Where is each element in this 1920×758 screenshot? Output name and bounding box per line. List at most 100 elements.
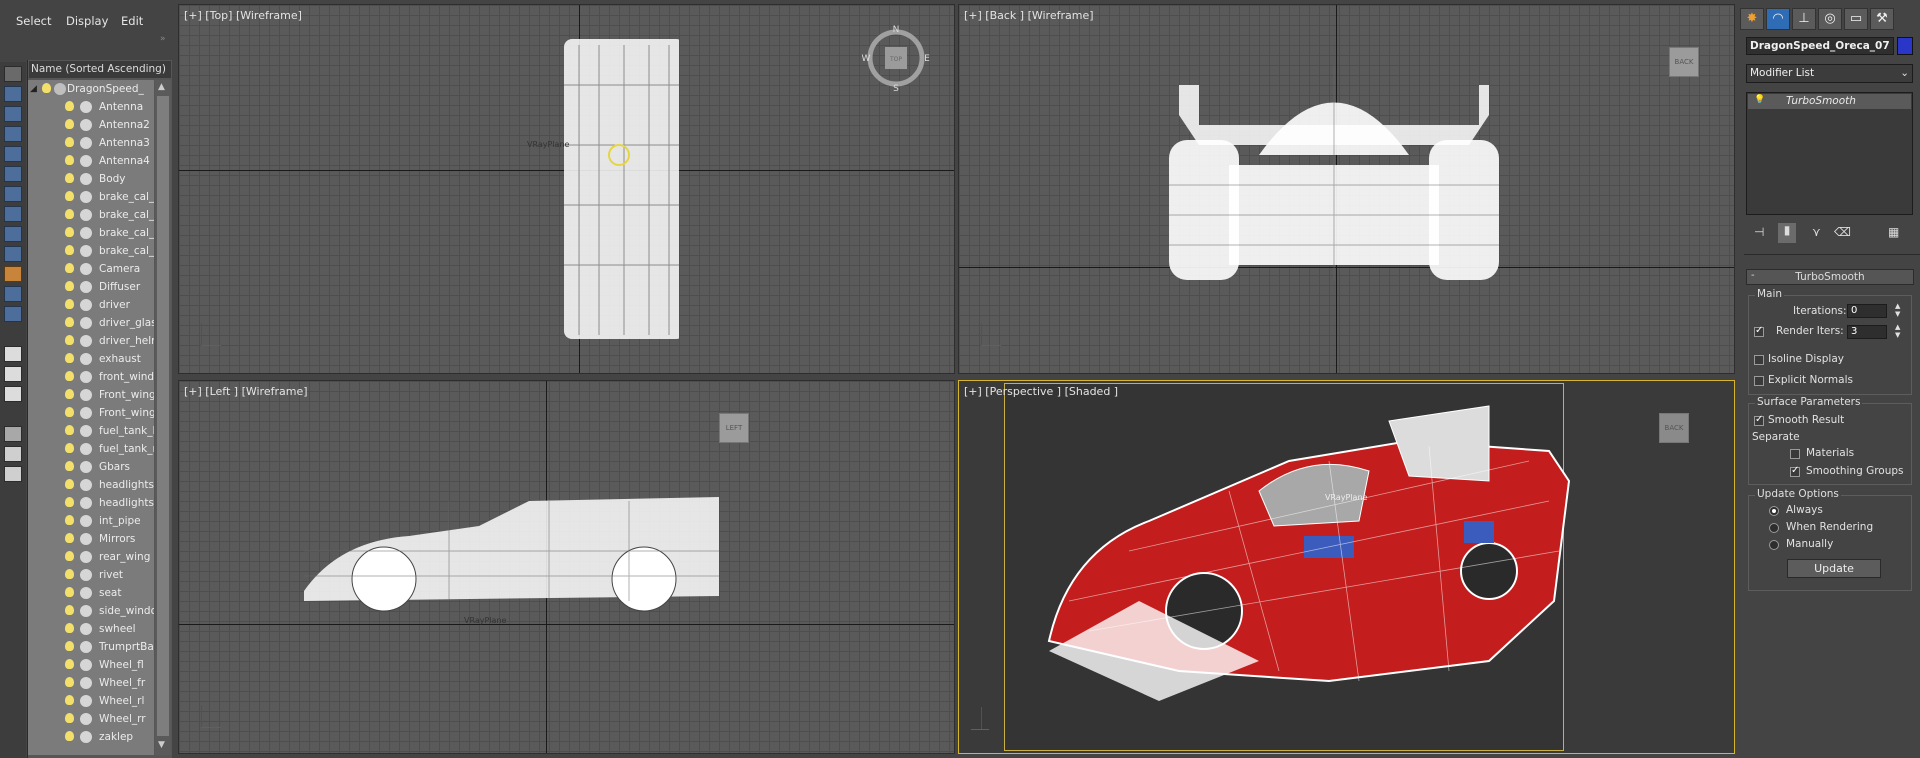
list-item[interactable]: fuel_tank_l: [28, 422, 154, 440]
page-icon[interactable]: [4, 366, 22, 382]
light-bulb-icon[interactable]: [65, 173, 74, 183]
light-bulb-icon[interactable]: [65, 713, 74, 723]
light-bulb-icon[interactable]: [65, 695, 74, 705]
visibility-icon[interactable]: [80, 461, 92, 473]
configure-sets-icon[interactable]: ▦: [1888, 225, 1899, 239]
visibility-icon[interactable]: [80, 569, 92, 581]
scroll-thumb[interactable]: [157, 96, 169, 736]
visibility-icon[interactable]: [80, 533, 92, 545]
light-bulb-icon[interactable]: [65, 263, 74, 273]
list-item[interactable]: Gbars: [28, 458, 154, 476]
light-bulb-icon[interactable]: [65, 299, 74, 309]
object-name-field[interactable]: DragonSpeed_Oreca_07: [1746, 37, 1894, 55]
list-item[interactable]: Front_wing: [28, 404, 154, 422]
list-item[interactable]: exhaust: [28, 350, 154, 368]
spinner-arrows-icon[interactable]: ▲ ▼: [1895, 323, 1900, 339]
render-iters-checkbox[interactable]: [1754, 325, 1764, 337]
display-geometry-icon[interactable]: [4, 86, 22, 102]
display-groups-icon[interactable]: [4, 206, 22, 222]
sheet-icon[interactable]: [4, 386, 22, 402]
light-bulb-icon[interactable]: [65, 677, 74, 687]
visibility-icon[interactable]: [80, 299, 92, 311]
list-item[interactable]: Body: [28, 170, 154, 188]
list-item[interactable]: seat: [28, 584, 154, 602]
visibility-icon[interactable]: [80, 677, 92, 689]
list-item[interactable]: driver_glas: [28, 314, 154, 332]
display-bones-icon[interactable]: [4, 246, 22, 262]
display-containers-icon[interactable]: [4, 266, 22, 282]
modify-tab-icon[interactable]: ◠: [1766, 8, 1790, 30]
visibility-icon[interactable]: [80, 371, 92, 383]
update-button[interactable]: Update: [1787, 559, 1881, 578]
list-item[interactable]: Antenna3: [28, 134, 154, 152]
display-frozen-icon[interactable]: [4, 286, 22, 302]
list-item[interactable]: Camera: [28, 260, 154, 278]
list-item[interactable]: headlights_: [28, 494, 154, 512]
viewport-label-back[interactable]: [+] [Back ] [Wireframe]: [964, 9, 1094, 22]
render-iters-spinner[interactable]: 3: [1847, 325, 1887, 339]
rollout-header-turbosmooth[interactable]: - TurboSmooth: [1746, 269, 1914, 285]
list-item[interactable]: side_windo: [28, 602, 154, 620]
display-helpers-icon[interactable]: [4, 166, 22, 182]
visibility-icon[interactable]: [80, 317, 92, 329]
visibility-icon[interactable]: [80, 587, 92, 599]
list-item[interactable]: rear_wing: [28, 548, 154, 566]
list-item[interactable]: brake_cal_: [28, 242, 154, 260]
update-when-rendering-radio[interactable]: [1769, 523, 1779, 533]
filter-icon[interactable]: [4, 426, 22, 442]
light-bulb-icon[interactable]: [65, 119, 74, 129]
visibility-icon[interactable]: [80, 641, 92, 653]
list-item[interactable]: Antenna2: [28, 116, 154, 134]
visibility-icon[interactable]: [80, 695, 92, 707]
display-shapes-icon[interactable]: [4, 106, 22, 122]
display-hidden-icon[interactable]: [4, 306, 22, 322]
list-item[interactable]: headlights: [28, 476, 154, 494]
viewport-label-perspective[interactable]: [+] [Perspective ] [Shaded ]: [964, 385, 1118, 398]
list-item[interactable]: brake_cal_: [28, 188, 154, 206]
visibility-icon[interactable]: [80, 353, 92, 365]
list-item[interactable]: fuel_tank_r: [28, 440, 154, 458]
scroll-up-icon[interactable]: ▲: [158, 82, 165, 92]
visibility-icon[interactable]: [80, 101, 92, 113]
list-item[interactable]: swheel: [28, 620, 154, 638]
display-spacewarps-icon[interactable]: [4, 186, 22, 202]
select-all-icon[interactable]: [4, 66, 22, 82]
visibility-icon[interactable]: [80, 425, 92, 437]
isoline-display-checkbox[interactable]: [1754, 355, 1764, 365]
visibility-icon[interactable]: [80, 407, 92, 419]
display-xrefs-icon[interactable]: [4, 226, 22, 242]
list-item[interactable]: front_windo: [28, 368, 154, 386]
light-bulb-icon[interactable]: [65, 353, 74, 363]
visibility-icon[interactable]: [80, 731, 92, 743]
viewport-back[interactable]: BACK [+] [Back ] [Wireframe]: [958, 4, 1735, 374]
hierarchy-tab-icon[interactable]: ⊥: [1792, 8, 1816, 30]
light-bulb-icon[interactable]: [65, 731, 74, 741]
list-item[interactable]: driver: [28, 296, 154, 314]
display-lights-icon[interactable]: [4, 126, 22, 142]
create-tab-icon[interactable]: ✸: [1740, 8, 1764, 30]
visibility-icon[interactable]: [80, 389, 92, 401]
viewport-left[interactable]: VRayPlane LEFT [+] [Left ] [Wireframe]: [178, 380, 955, 754]
light-bulb-icon[interactable]: [42, 83, 51, 93]
scroll-down-icon[interactable]: ▼: [158, 740, 165, 750]
light-bulb-icon[interactable]: [65, 497, 74, 507]
menu-select[interactable]: Select: [16, 14, 51, 28]
visibility-icon[interactable]: [80, 443, 92, 455]
visibility-icon[interactable]: [80, 479, 92, 491]
light-bulb-icon[interactable]: [65, 587, 74, 597]
layer-icon[interactable]: [4, 466, 22, 482]
menu-display[interactable]: Display: [66, 14, 108, 28]
visibility-icon[interactable]: [80, 281, 92, 293]
list-item[interactable]: Diffuser: [28, 278, 154, 296]
visibility-icon[interactable]: [80, 137, 92, 149]
spinner-arrows-icon[interactable]: ▲ ▼: [1895, 302, 1900, 318]
viewcube-perspective[interactable]: BACK: [1659, 413, 1689, 443]
materials-checkbox[interactable]: [1790, 449, 1800, 459]
visibility-icon[interactable]: [80, 713, 92, 725]
visibility-icon[interactable]: [80, 659, 92, 671]
visibility-icon[interactable]: [80, 497, 92, 509]
list-item[interactable]: TrumprtBac: [28, 638, 154, 656]
light-bulb-icon[interactable]: [65, 515, 74, 525]
make-unique-icon[interactable]: ⋎: [1812, 225, 1821, 239]
visibility-icon[interactable]: [80, 119, 92, 131]
